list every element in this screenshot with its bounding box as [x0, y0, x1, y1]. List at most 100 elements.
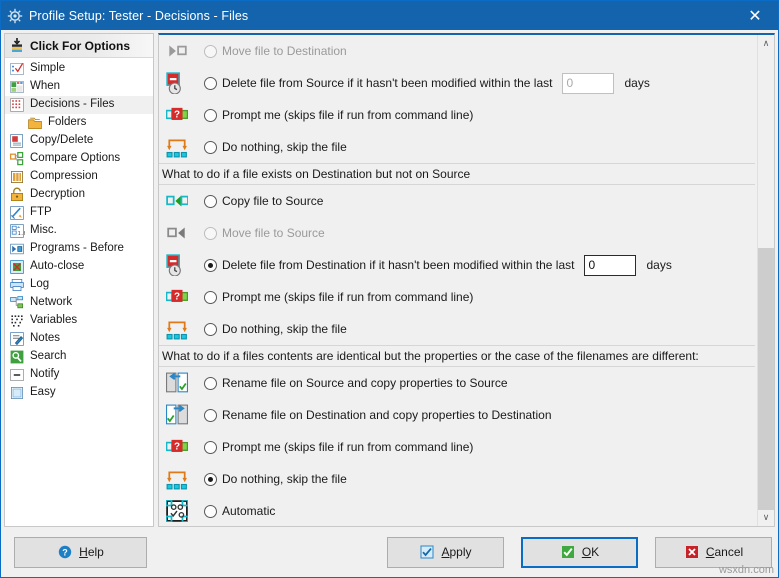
sidebar-item-when[interactable]: When — [5, 78, 153, 96]
option-row[interactable]: Do nothing, skip the file — [159, 463, 757, 495]
sidebar-item-decryption[interactable]: Decryption — [5, 186, 153, 204]
radio-label: Prompt me (skips file if run from comman… — [222, 290, 473, 304]
radio-label: Rename file on Source and copy propertie… — [222, 376, 508, 390]
radio-button[interactable] — [204, 291, 217, 304]
sidebar-item-label: Misc. — [30, 225, 57, 237]
option-row[interactable]: Copy file to Source — [159, 185, 757, 217]
radio-button[interactable] — [204, 441, 217, 454]
decisions-files-icon — [9, 97, 25, 113]
option-row[interactable]: Do nothing, skip the file — [159, 313, 757, 345]
sidebar-item-misc[interactable]: 1.0Misc. — [5, 222, 153, 240]
radio-option[interactable]: Automatic — [204, 504, 275, 518]
sidebar-item-copy-delete[interactable]: Copy/Delete — [5, 132, 153, 150]
sidebar-item-ftp[interactable]: FTP — [5, 204, 153, 222]
radio-button[interactable] — [204, 141, 217, 154]
help-button[interactable]: ? Help — [14, 537, 147, 568]
sidebar-item-label: Decisions - Files — [30, 99, 114, 111]
sidebar-list: SimpleWhen Decisions - Files FoldersCopy/D… — [5, 58, 153, 402]
option-row[interactable]: Delete file from Source if it hasn't bee… — [159, 67, 757, 99]
days-unit-label: days — [646, 258, 671, 272]
radio-button[interactable] — [204, 323, 217, 336]
sidebar-item-log[interactable]: Log — [5, 276, 153, 294]
option-row[interactable]: Automatic — [159, 495, 757, 526]
app-gear-icon — [1, 1, 29, 30]
sidebar-item-easy[interactable]: Easy — [5, 384, 153, 402]
radio-button[interactable] — [204, 377, 217, 390]
log-printer-icon — [9, 277, 25, 293]
watermark: wsxdn.com — [719, 564, 774, 576]
sidebar-item-auto-close[interactable]: Auto-close — [5, 258, 153, 276]
radio-option[interactable]: Move file to Source — [204, 226, 325, 240]
option-row[interactable]: ?Prompt me (skips file if run from comma… — [159, 431, 757, 463]
sidebar-item-programs-before[interactable]: Programs - Before — [5, 240, 153, 258]
cancel-button[interactable]: Cancel — [655, 537, 772, 568]
radio-button[interactable] — [204, 473, 217, 486]
option-row[interactable]: ? Prompt me (skips file if run from comma… — [159, 281, 757, 313]
sidebar-item-search[interactable]: Search — [5, 348, 153, 366]
option-row[interactable]: Do nothing, skip the file — [159, 131, 757, 163]
main-panel: Move file to Destination Delete file from… — [158, 33, 775, 527]
sidebar-item-network[interactable]: Network — [5, 294, 153, 312]
radio-option[interactable]: Move file to Destination — [204, 44, 347, 58]
sidebar-item-notify[interactable]: Notify — [5, 366, 153, 384]
radio-option[interactable]: Do nothing, skip the file — [204, 140, 347, 154]
option-row[interactable]: Rename file on Destination and copy prop… — [159, 399, 757, 431]
radio-button[interactable] — [204, 195, 217, 208]
sidebar-item-folders[interactable]: Folders — [5, 114, 153, 132]
notify-icon — [9, 367, 25, 383]
radio-button[interactable] — [204, 109, 217, 122]
scroll-up-icon[interactable]: ∧ — [758, 35, 774, 52]
radio-option[interactable]: Do nothing, skip the file — [204, 322, 347, 336]
radio-option[interactable]: Copy file to Source — [204, 194, 323, 208]
close-icon[interactable]: ✕ — [732, 1, 778, 30]
sidebar-item-compare-options[interactable]: Compare Options — [5, 150, 153, 168]
sidebar-item-simple[interactable]: Simple — [5, 60, 153, 78]
option-row[interactable]: Move file to Source — [159, 217, 757, 249]
scrollbar-track[interactable] — [758, 52, 774, 509]
radio-label: Move file to Destination — [222, 44, 347, 58]
radio-button[interactable] — [204, 409, 217, 422]
sidebar-item-compression[interactable]: Compression — [5, 168, 153, 186]
programs-before-icon — [9, 241, 25, 257]
option-row[interactable]: Move file to Destination — [159, 35, 757, 67]
prompt-me-icon: ? — [164, 284, 190, 310]
radio-button[interactable] — [204, 77, 217, 90]
scrollbar-thumb[interactable] — [758, 248, 774, 510]
window-body: Click For Options SimpleWhen Decisions - … — [1, 30, 778, 527]
network-icon — [9, 295, 25, 311]
radio-option[interactable]: Do nothing, skip the file — [204, 472, 347, 486]
sidebar-item-decisions-files[interactable]: Decisions - Files — [5, 96, 153, 114]
radio-button[interactable] — [204, 45, 217, 58]
radio-option[interactable]: Rename file on Destination and copy prop… — [204, 408, 552, 422]
radio-button[interactable] — [204, 227, 217, 240]
radio-button[interactable] — [204, 505, 217, 518]
ok-button[interactable]: OK — [521, 537, 638, 568]
apply-button[interactable]: Apply — [387, 537, 504, 568]
help-button-label: Help — [79, 545, 104, 559]
radio-option[interactable]: Delete file from Source if it hasn't bee… — [204, 76, 552, 90]
radio-option[interactable]: Delete file from Destination if it hasn'… — [204, 258, 574, 272]
option-row[interactable]: Rename file on Source and copy propertie… — [159, 367, 757, 399]
radio-button[interactable] — [204, 259, 217, 272]
radio-option[interactable]: Rename file on Source and copy propertie… — [204, 376, 508, 390]
days-input[interactable] — [562, 73, 614, 94]
option-row[interactable]: ?Prompt me (skips file if run from comma… — [159, 99, 757, 131]
sidebar-item-variables[interactable]: Variables — [5, 312, 153, 330]
radio-option[interactable]: Prompt me (skips file if run from comman… — [204, 440, 473, 454]
sidebar-item-notes[interactable]: Notes — [5, 330, 153, 348]
auto-close-icon — [9, 259, 25, 275]
options-content: Move file to Destination Delete file from… — [159, 35, 757, 526]
radio-option[interactable]: Prompt me (skips file if run from comman… — [204, 108, 473, 122]
sidebar-header[interactable]: Click For Options — [5, 34, 153, 58]
days-input[interactable] — [584, 255, 636, 276]
radio-option[interactable]: Prompt me (skips file if run from comman… — [204, 290, 473, 304]
vertical-scrollbar[interactable]: ∧ ∨ — [757, 35, 774, 526]
title-bar: Profile Setup: Tester - Decisions - File… — [1, 1, 778, 30]
scroll-down-icon[interactable]: ∨ — [758, 509, 774, 526]
section-2-options: Copy file to Source Move file to Source De… — [159, 185, 757, 345]
sidebar-item-label: Decryption — [30, 189, 85, 201]
section-2-heading-label: What to do if a file exists on Destinati… — [162, 167, 470, 181]
option-row[interactable]: Delete file from Destination if it hasn'… — [159, 249, 757, 281]
sidebar-item-label: Compression — [30, 171, 98, 183]
decryption-lock-icon — [9, 187, 25, 203]
